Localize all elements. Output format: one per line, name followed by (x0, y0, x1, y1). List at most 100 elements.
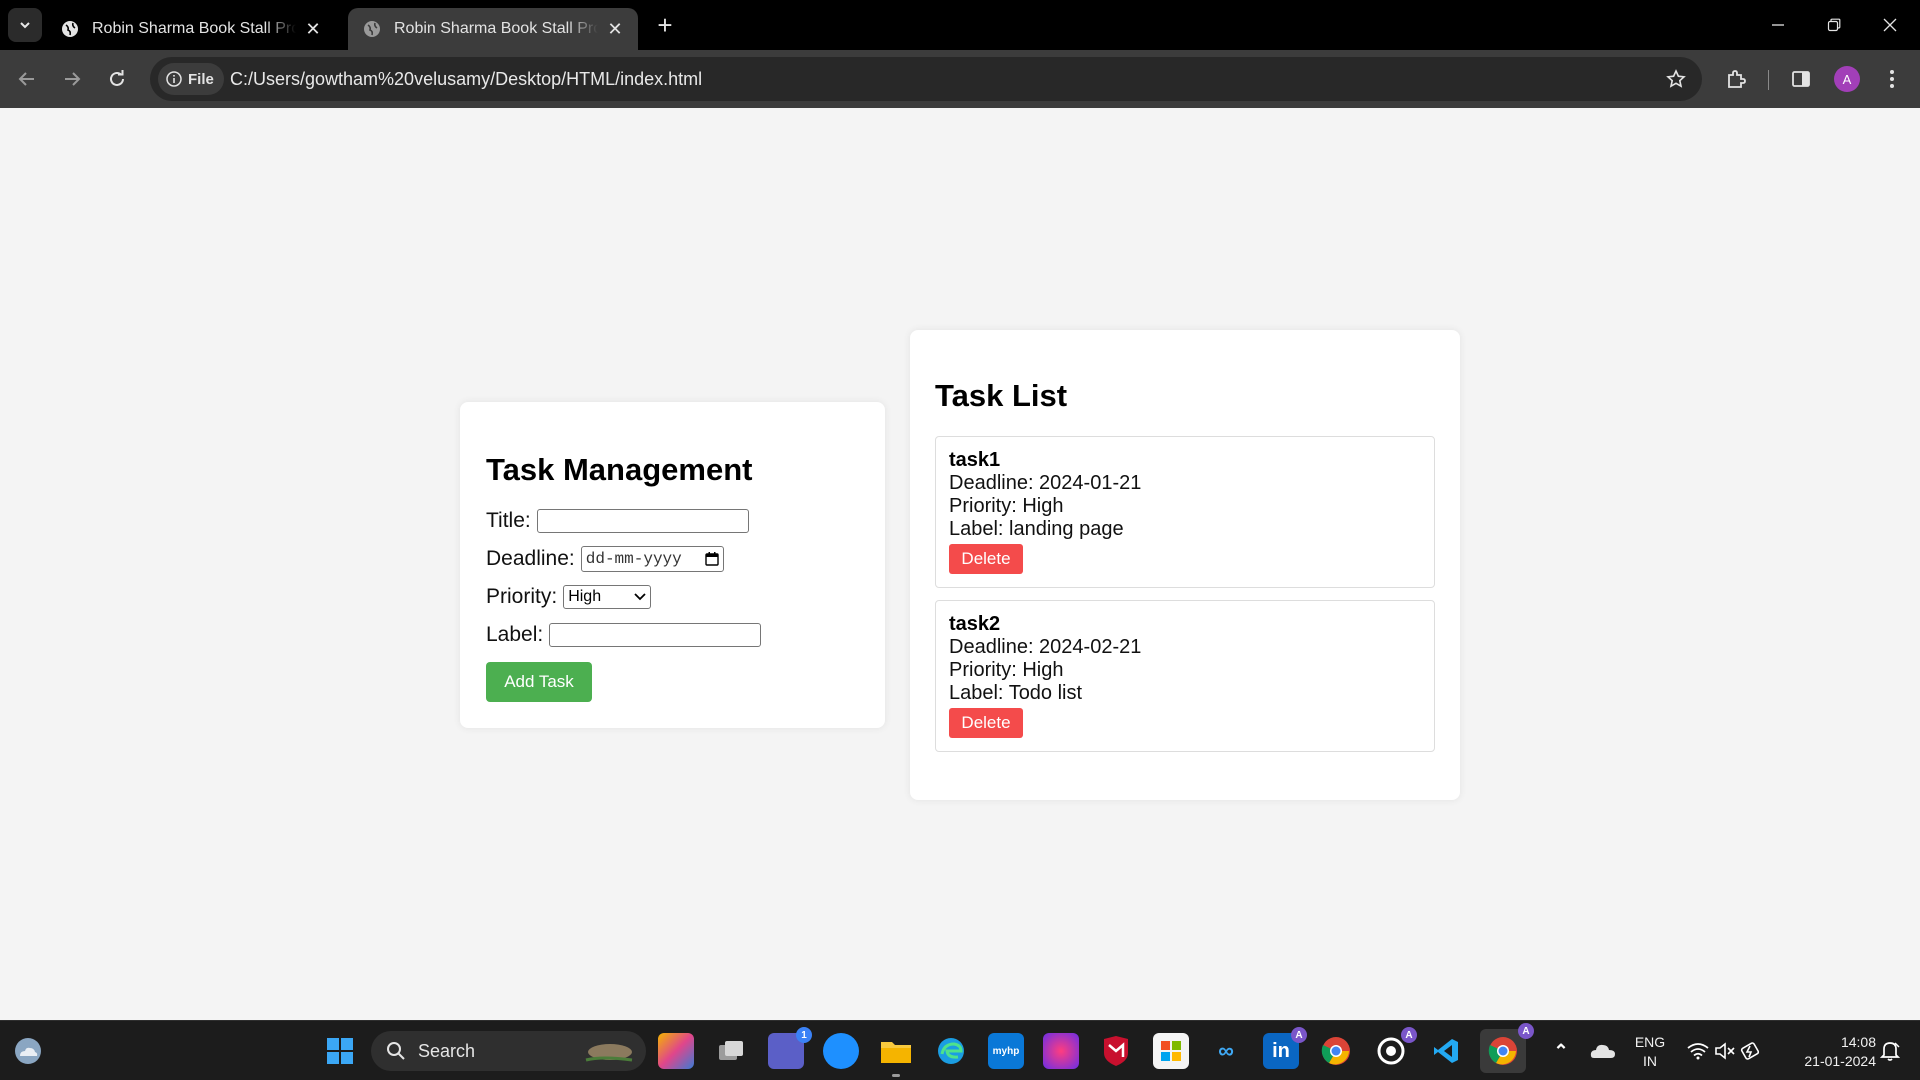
task-name: task1 (949, 449, 1001, 471)
onedrive-cloud-icon[interactable] (1585, 1033, 1621, 1069)
deadline-input[interactable]: dd-mm-yyyy (580, 546, 724, 572)
browser-toolbar: File C:/Users/gowtham%20velusamy/Desktop… (0, 50, 1920, 108)
task-list-heading: Task List (935, 378, 1068, 413)
windows-start-icon[interactable] (322, 1033, 358, 1069)
myhp-icon[interactable]: myhp (988, 1033, 1024, 1069)
language-indicator[interactable]: ENG IN (1630, 1033, 1670, 1071)
weather-widget-icon[interactable] (10, 1033, 46, 1069)
toolbar-divider (1768, 70, 1769, 90)
title-label: Title: (486, 509, 531, 532)
bookmark-star-icon[interactable] (1664, 67, 1688, 91)
site-info-chip[interactable]: File (158, 63, 224, 95)
label-input[interactable] (549, 623, 762, 647)
app-icon[interactable] (1043, 1033, 1079, 1069)
search-label: Search (418, 1040, 476, 1061)
label-row: Label: (486, 616, 859, 654)
kebab-menu-icon (1890, 70, 1894, 88)
task-form-card: Task Management Title: Deadline: dd-mm-y… (460, 402, 885, 728)
reload-button[interactable] (100, 62, 134, 96)
clock-time: 14:08 (1840, 1034, 1876, 1050)
back-button[interactable] (10, 62, 44, 96)
tab-title: Robin Sharma Book Stall Project (394, 20, 598, 37)
deadline-row: Deadline: dd-mm-yyyy (486, 540, 859, 578)
tab-search-button[interactable] (8, 8, 42, 42)
side-panel-button[interactable] (1785, 63, 1817, 95)
browser-app-icon[interactable] (823, 1033, 859, 1069)
globe-icon (60, 19, 80, 39)
info-icon (166, 71, 182, 87)
close-icon (1883, 18, 1897, 32)
delete-button[interactable]: Delete (949, 544, 1023, 574)
puzzle-icon (1728, 70, 1746, 88)
battery-charging-icon[interactable] (1733, 1033, 1769, 1069)
arrow-left-icon (18, 72, 34, 86)
window-close-button[interactable] (1862, 0, 1918, 50)
url-text: C:/Users/gowtham%20velusamy/Desktop/HTML… (230, 69, 703, 89)
edge-icon[interactable] (933, 1033, 969, 1069)
browser-tab-1[interactable]: Robin Sharma Book Stall Project ✕ (46, 8, 336, 50)
copilot-icon[interactable] (658, 1033, 694, 1069)
task-label: Label: landing page (949, 518, 1124, 540)
new-tab-button[interactable]: + (650, 10, 680, 40)
profile-avatar[interactable]: A (1834, 66, 1860, 92)
chevron-down-icon (20, 22, 30, 29)
title-input[interactable] (536, 509, 749, 533)
remote-app-icon[interactable]: ∞ (1208, 1033, 1244, 1069)
language-code: ENG (1634, 1034, 1666, 1050)
restore-button[interactable] (1806, 0, 1862, 50)
search-highlight-image-icon (585, 1044, 633, 1062)
priority-selected-value: High (568, 588, 602, 605)
search-icon (387, 1042, 405, 1060)
profile-badge: A (1518, 1023, 1534, 1039)
title-row: Title: (486, 502, 859, 540)
task-deadline: Deadline: 2024-01-21 (949, 472, 1142, 494)
arrow-right-icon (65, 72, 81, 86)
vscode-icon[interactable] (1428, 1033, 1464, 1069)
windows-taskbar: Search 1 myhp ∞ in A A A ⌃ ENG IN 14:08 … (0, 1020, 1920, 1080)
tab-strip: Robin Sharma Book Stall Project ✕ Robin … (0, 0, 1920, 50)
microsoft-store-icon[interactable] (1153, 1033, 1189, 1069)
forward-button[interactable] (55, 62, 89, 96)
calendar-icon (705, 552, 719, 566)
linkedin-icon[interactable]: in A (1263, 1027, 1307, 1069)
chip-label: File (188, 70, 214, 88)
browser-tab-2[interactable]: Robin Sharma Book Stall Project ✕ (348, 8, 638, 50)
priority-select[interactable]: High (563, 585, 652, 609)
address-bar[interactable]: File C:/Users/gowtham%20velusamy/Desktop… (150, 57, 1702, 101)
github-icon[interactable]: A (1373, 1027, 1417, 1069)
form-heading: Task Management (486, 452, 753, 487)
file-explorer-icon[interactable] (878, 1033, 914, 1077)
teams-chat-icon[interactable]: 1 (768, 1027, 812, 1069)
chevron-down-icon (634, 593, 646, 601)
task-deadline: Deadline: 2024-02-21 (949, 636, 1142, 658)
delete-button[interactable]: Delete (949, 708, 1023, 738)
close-icon[interactable]: ✕ (604, 18, 626, 40)
task-priority: Priority: High (949, 659, 1064, 681)
extensions-button[interactable] (1720, 63, 1752, 95)
menu-button[interactable] (1876, 63, 1908, 95)
close-icon[interactable]: ✕ (302, 18, 324, 40)
task-list-card: Task List task1 Deadline: 2024-01-21 Pri… (910, 330, 1460, 800)
taskbar-search[interactable]: Search (371, 1031, 646, 1071)
tab-title: Robin Sharma Book Stall Project (92, 20, 296, 37)
chrome-active-icon[interactable]: A (1480, 1023, 1534, 1073)
task-view-icon[interactable] (713, 1033, 749, 1069)
deadline-label: Deadline: (486, 547, 575, 570)
system-clock[interactable]: 14:08 21-01-2024 (1780, 1033, 1876, 1071)
chevron-up-icon[interactable]: ⌃ (1543, 1033, 1579, 1069)
chrome-icon[interactable] (1318, 1033, 1354, 1069)
page-content: Task Management Title: Deadline: dd-mm-y… (0, 108, 1920, 1020)
clock-date: 21-01-2024 (1804, 1053, 1876, 1069)
side-panel-icon (1792, 71, 1810, 87)
add-task-button[interactable]: Add Task (486, 662, 592, 702)
priority-row: Priority: High (486, 578, 859, 616)
restore-icon (1827, 18, 1841, 32)
profile-badge: A (1401, 1027, 1417, 1043)
minimize-button[interactable] (1750, 0, 1806, 50)
mcafee-icon[interactable] (1098, 1033, 1134, 1069)
deadline-placeholder: dd-mm-yyyy (585, 550, 682, 568)
minimize-icon (1772, 24, 1784, 26)
notification-bell-icon[interactable] (1872, 1033, 1908, 1069)
priority-label: Priority: (486, 585, 558, 608)
task-name: task2 (949, 613, 1001, 635)
